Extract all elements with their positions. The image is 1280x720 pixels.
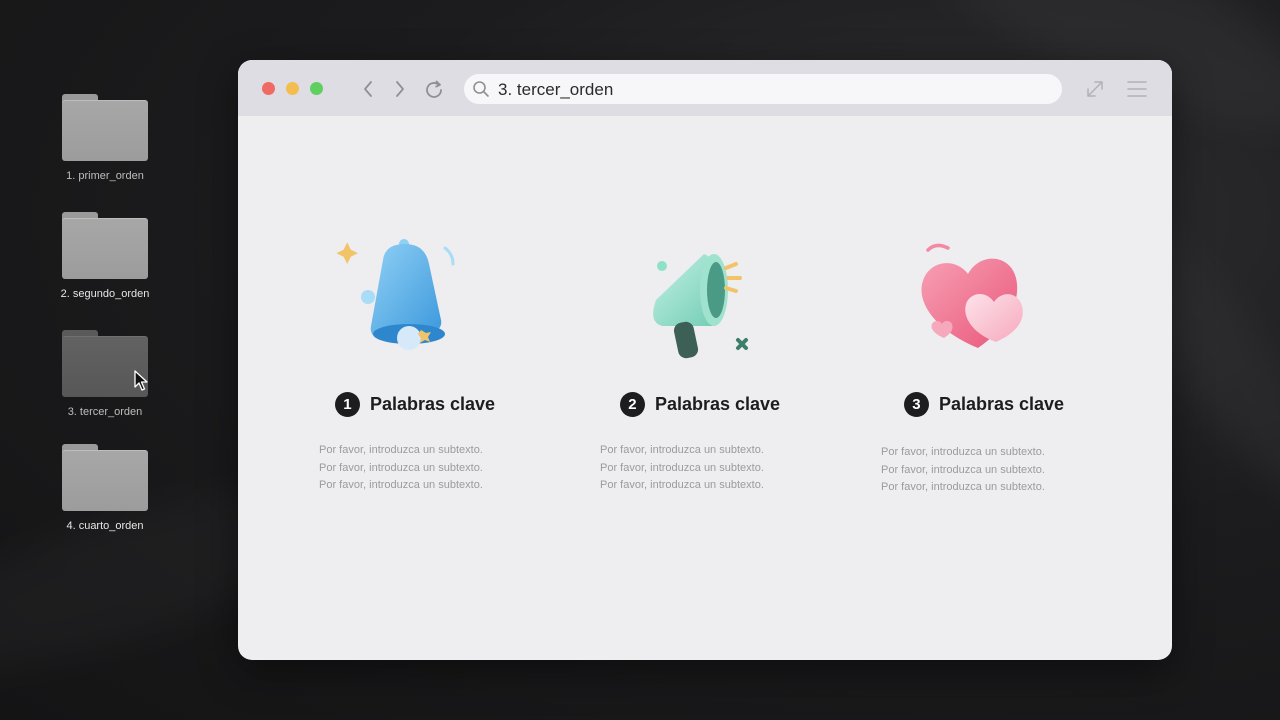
card-subtexts: Por favor, introduzca un subtexto. Por f… xyxy=(319,442,579,495)
folder-label: 3. tercer_orden xyxy=(67,406,143,418)
folder-label: 4. cuarto_orden xyxy=(66,520,144,532)
number-badge: 1 xyxy=(334,391,360,417)
card-subtext: Por favor, introduzca un subtexto. xyxy=(881,463,1045,476)
folder-label: 2. segundo_orden xyxy=(60,288,150,300)
maximize-button[interactable] xyxy=(310,82,323,95)
browser-toolbar: 3. tercer_orden xyxy=(238,60,1172,116)
card-subtext: Por favor, introduzca un subtexto. xyxy=(319,444,483,456)
card-heading: 2 Palabras clave xyxy=(570,390,830,418)
desktop-folder-segundo-orden[interactable]: 2. segundo_orden xyxy=(40,212,170,300)
card-title: Palabras clave xyxy=(369,393,496,414)
card-subtext: Por favor, introduzca un subtexto. xyxy=(600,444,764,456)
folder-icon xyxy=(62,444,148,511)
desktop-folder-tercer-orden[interactable]: 3. tercer_orden xyxy=(40,330,170,418)
desktop-folder-primer-orden[interactable]: 1. primer_orden xyxy=(40,94,170,182)
address-text: 3. tercer_orden xyxy=(498,80,614,99)
megaphone-icon xyxy=(653,254,748,359)
card-heading: 3 Palabras clave xyxy=(854,390,1114,418)
desktop-folder-cuarto-orden[interactable]: 4. cuarto_orden xyxy=(40,444,170,532)
bell-icon xyxy=(336,239,455,350)
cursor-icon xyxy=(134,370,148,391)
card-subtexts: Por favor, introduzca un subtexto. Por f… xyxy=(881,444,1141,497)
card-subtext: Por favor, introduzca un subtexto. xyxy=(319,461,483,474)
card-subtext: Por favor, introduzca un subtexto. xyxy=(600,461,764,474)
card-title: Palabras clave xyxy=(938,393,1065,414)
search-icon xyxy=(473,81,489,97)
card-title: Palabras clave xyxy=(654,393,781,414)
card-heading: 1 Palabras clave xyxy=(285,390,545,418)
expand-icon[interactable] xyxy=(1084,78,1106,100)
menu-icon[interactable] xyxy=(1126,78,1148,100)
close-button[interactable] xyxy=(262,82,275,95)
forward-icon[interactable] xyxy=(388,78,410,100)
number-badge: 2 xyxy=(619,391,645,417)
card-subtext: Por favor, introduzca un subtexto. xyxy=(881,446,1045,458)
back-icon[interactable] xyxy=(358,78,380,100)
folder-icon xyxy=(62,94,148,161)
browser-window: 3. tercer_orden 1 Palabras clave Por fav… xyxy=(238,60,1172,660)
minimize-button[interactable] xyxy=(286,82,299,95)
card-subtext: Por favor, introduzca un subtexto. xyxy=(600,479,764,491)
reload-icon[interactable] xyxy=(422,78,444,100)
address-bar[interactable]: 3. tercer_orden xyxy=(464,74,1062,104)
number-badge: 3 xyxy=(903,391,929,417)
folder-label: 1. primer_orden xyxy=(66,170,144,182)
card-subtext: Por favor, introduzca un subtexto. xyxy=(319,479,483,491)
hearts-icon xyxy=(921,243,1023,348)
card-subtext: Por favor, introduzca un subtexto. xyxy=(881,481,1045,493)
folder-icon xyxy=(62,212,148,279)
card-subtexts: Por favor, introduzca un subtexto. Por f… xyxy=(600,442,860,495)
